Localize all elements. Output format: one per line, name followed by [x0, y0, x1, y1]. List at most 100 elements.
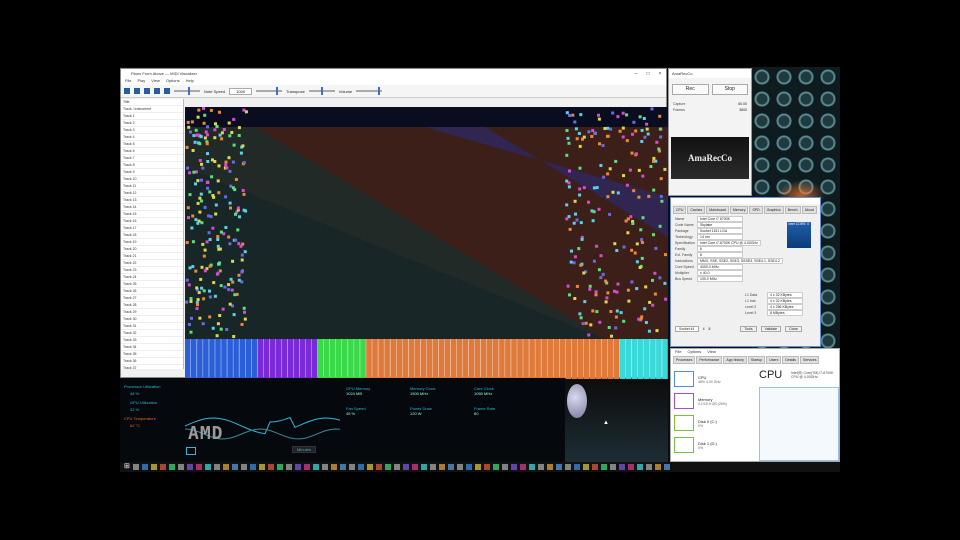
taskbar-app-icon[interactable] [448, 464, 454, 470]
taskmgr-menu-item[interactable]: File [675, 349, 681, 355]
track-list-item[interactable]: Track 33 [121, 337, 183, 344]
taskbar-app-icon[interactable] [160, 464, 166, 470]
volume-slider[interactable] [356, 87, 383, 95]
track-list-item[interactable]: Track 11 [121, 183, 183, 190]
taskbar-app-icon[interactable] [430, 464, 436, 470]
track-list-item[interactable]: Track 22 [121, 260, 183, 267]
taskbar-app-icon[interactable] [664, 464, 670, 470]
track-list-item[interactable]: Track 9 [121, 169, 183, 176]
taskmgr-tab[interactable]: Startup [747, 356, 766, 364]
selection-dropdown[interactable]: Socket #1 [675, 326, 699, 332]
menu-view[interactable]: View [151, 78, 160, 85]
track-list-item[interactable]: Track 14 [121, 204, 183, 211]
taskbar-app-icon[interactable] [376, 464, 382, 470]
taskbar-app-icon[interactable] [340, 464, 346, 470]
taskbar-app-icon[interactable] [610, 464, 616, 470]
track-list-item[interactable]: Track 8 [121, 162, 183, 169]
track-list-item[interactable]: Track / Instrument [121, 106, 183, 113]
cpuz-window[interactable]: CPU Caches Mainboard Memory SPD Graphics Bench… [670, 197, 821, 347]
taskbar-app-icon[interactable] [196, 464, 202, 470]
perf-item[interactable]: Disk 0 (C:) 0% [674, 413, 744, 433]
taskbar-app-icon[interactable] [556, 464, 562, 470]
taskbar-app-icon[interactable] [295, 464, 301, 470]
taskbar-app-icon[interactable] [187, 464, 193, 470]
rewind-button[interactable] [154, 88, 160, 94]
track-list-item[interactable]: Track 3 [121, 127, 183, 134]
taskmgr-tab[interactable]: Details [782, 356, 800, 364]
track-list-item[interactable]: Track 35 [121, 351, 183, 358]
taskbar-app-icon[interactable] [439, 464, 445, 470]
menu-options[interactable]: Options [166, 78, 180, 85]
taskbar-app-icon[interactable] [574, 464, 580, 470]
rec-button[interactable]: Rec [672, 84, 709, 95]
cpuz-tab[interactable]: Mainboard [706, 206, 729, 214]
taskbar-app-icon[interactable] [511, 464, 517, 470]
taskbar-app-icon[interactable] [421, 464, 427, 470]
track-list-item[interactable]: Track 16 [121, 218, 183, 225]
task-manager-window[interactable]: File Options View Processes Performance App … [670, 348, 840, 462]
track-list-item[interactable]: Track 30 [121, 316, 183, 323]
taskbar-app-icon[interactable] [601, 464, 607, 470]
taskbar-app-icon[interactable] [304, 464, 310, 470]
cpuz-tab[interactable]: About [801, 206, 817, 214]
track-list-item[interactable]: Track 2 [121, 120, 183, 127]
taskbar-app-icon[interactable] [547, 464, 553, 470]
time-range-dropdown[interactable]: Minutes [292, 446, 317, 453]
taskbar-app-icon[interactable] [628, 464, 634, 470]
taskbar-app-icon[interactable] [502, 464, 508, 470]
taskbar-app-icon[interactable] [232, 464, 238, 470]
taskbar-app-icon[interactable] [214, 464, 220, 470]
cpuz-tab[interactable]: Memory [729, 206, 749, 214]
taskbar-app-icon[interactable] [250, 464, 256, 470]
taskbar-app-icon[interactable] [457, 464, 463, 470]
perf-item[interactable]: Disk 1 (D:) 0% [674, 435, 744, 455]
track-list-item[interactable]: Track 31 [121, 323, 183, 330]
position-slider[interactable] [174, 87, 200, 95]
taskbar-app-icon[interactable] [403, 464, 409, 470]
maximize-button[interactable]: □ [642, 71, 654, 77]
play-button[interactable] [124, 88, 130, 94]
track-list-item[interactable]: Track 13 [121, 197, 183, 204]
track-list-item[interactable]: Track 21 [121, 253, 183, 260]
track-list-item[interactable]: Track 20 [121, 246, 183, 253]
validate-button[interactable]: Validate [760, 326, 782, 332]
track-list-item[interactable]: Track 24 [121, 274, 183, 281]
taskbar-app-icon[interactable] [538, 464, 544, 470]
taskmgr-tab[interactable]: Processes [673, 356, 696, 364]
taskbar-app-icon[interactable] [367, 464, 373, 470]
track-list-item[interactable]: Track 23 [121, 267, 183, 274]
track-list-item[interactable]: Track 1 [121, 113, 183, 120]
taskbar-app-icon[interactable] [178, 464, 184, 470]
track-list-item[interactable]: Track 29 [121, 309, 183, 316]
track-list-item[interactable]: Track 10 [121, 176, 183, 183]
taskbar-app-icon[interactable] [394, 464, 400, 470]
taskmgr-tab[interactable]: Users [766, 356, 782, 364]
taskbar-app-icon[interactable] [331, 464, 337, 470]
close-cpuz-button[interactable]: Close [785, 326, 802, 332]
taskbar-app-icon[interactable] [259, 464, 265, 470]
graph-option-checkbox[interactable] [186, 447, 196, 455]
track-list-item[interactable]: Track 32 [121, 330, 183, 337]
perf-item[interactable]: CPU 48% 4.00 GHz [674, 369, 744, 389]
track-list-item[interactable]: Track 17 [121, 225, 183, 232]
taskbar-app-icon[interactable] [565, 464, 571, 470]
stop-rec-button[interactable]: Stop [711, 84, 748, 95]
taskbar-app-icon[interactable] [151, 464, 157, 470]
taskmgr-tab[interactable]: App history [723, 356, 747, 364]
taskbar-app-icon[interactable] [637, 464, 643, 470]
taskbar-app-icon[interactable] [205, 464, 211, 470]
perf-item[interactable]: Memory 4.1/15.9 GB (26%) [674, 391, 744, 411]
taskbar-app-icon[interactable] [475, 464, 481, 470]
menu-play[interactable]: Play [137, 78, 145, 85]
track-list-item[interactable]: Track 34 [121, 344, 183, 351]
taskbar-app-icon[interactable] [358, 464, 364, 470]
taskmgr-tab[interactable]: Services [800, 356, 820, 364]
transpose-slider[interactable] [308, 87, 335, 95]
visualizer-window[interactable]: Piano From Above — MIDI Visualizer – □ ×… [120, 68, 668, 379]
taskmgr-tab[interactable]: Performance [696, 356, 723, 364]
taskbar-app-icon[interactable] [322, 464, 328, 470]
taskmgr-menu-item[interactable]: View [707, 349, 716, 355]
track-list-item[interactable]: Track 25 [121, 281, 183, 288]
track-list-item[interactable]: Track 18 [121, 232, 183, 239]
track-list-item[interactable]: Track 7 [121, 155, 183, 162]
